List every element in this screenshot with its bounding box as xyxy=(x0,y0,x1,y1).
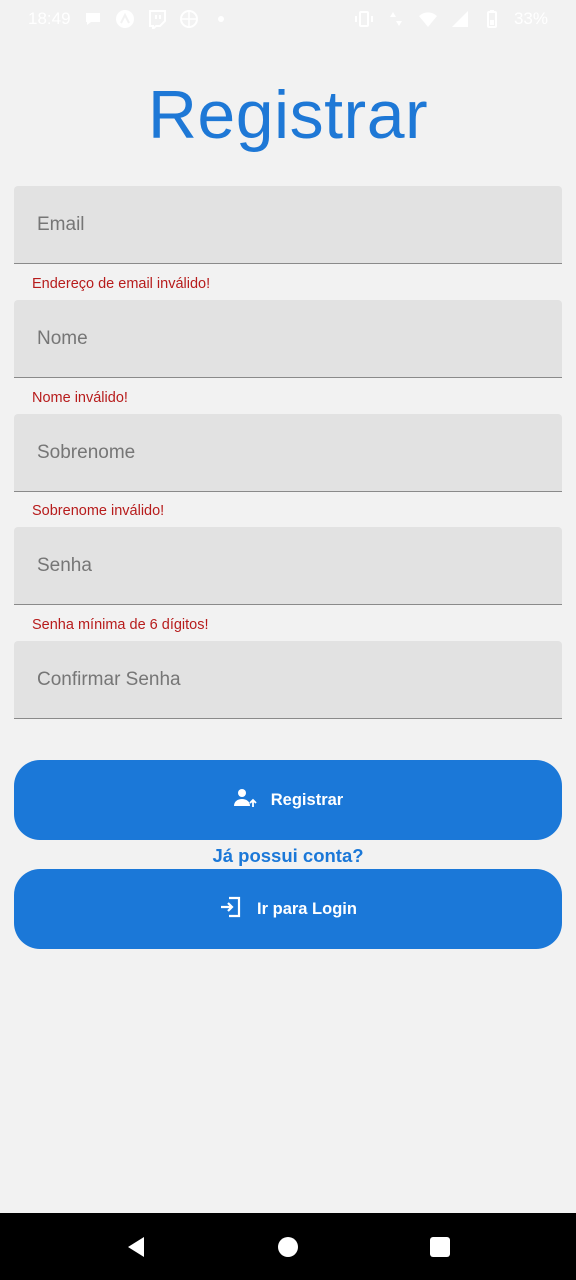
sobrenome-error: Sobrenome inválido! xyxy=(32,503,165,519)
twitch-icon xyxy=(147,9,167,29)
signal-icon xyxy=(450,9,470,29)
dot-icon xyxy=(211,9,231,29)
email-field-container xyxy=(14,186,562,264)
email-field[interactable] xyxy=(14,186,562,263)
senha-field-container xyxy=(14,527,562,605)
register-button[interactable]: Registrar xyxy=(14,760,562,840)
nome-error: Nome inválido! xyxy=(32,390,128,406)
email-error: Endereço de email inválido! xyxy=(32,276,211,292)
wifi-icon xyxy=(418,9,438,29)
status-right: 33% xyxy=(354,9,548,29)
battery-icon xyxy=(482,9,502,29)
android-icon xyxy=(115,9,135,29)
login-button[interactable]: Ir para Login xyxy=(14,869,562,949)
status-time: 18:49 xyxy=(28,9,71,28)
home-icon[interactable] xyxy=(268,1227,308,1267)
data-icon xyxy=(386,9,406,29)
confirmar-senha-field[interactable] xyxy=(14,641,562,718)
login-button-label: Ir para Login xyxy=(257,899,357,918)
nome-field[interactable] xyxy=(14,300,562,377)
battery-percent: 33% xyxy=(513,9,548,28)
person-add-icon xyxy=(233,786,257,815)
navigation-bar xyxy=(0,1213,576,1280)
vibrate-icon xyxy=(354,9,374,29)
already-account-link[interactable]: Já possui conta? xyxy=(0,845,576,867)
recents-icon[interactable] xyxy=(420,1227,460,1267)
status-bar: 18:49 33% xyxy=(0,0,576,38)
back-icon[interactable] xyxy=(116,1227,156,1267)
chat-icon xyxy=(83,9,103,29)
page-title: Registrar xyxy=(147,77,429,153)
senha-field[interactable] xyxy=(14,527,562,604)
status-left: 18:49 xyxy=(28,9,231,29)
register-button-label: Registrar xyxy=(270,790,344,809)
confirmar-senha-field-container xyxy=(14,641,562,719)
login-icon xyxy=(219,895,243,924)
globe-icon xyxy=(179,9,199,29)
sobrenome-field[interactable] xyxy=(14,414,562,491)
nome-field-container xyxy=(14,300,562,378)
sobrenome-field-container xyxy=(14,414,562,492)
senha-error: Senha mínima de 6 dígitos! xyxy=(32,617,209,633)
